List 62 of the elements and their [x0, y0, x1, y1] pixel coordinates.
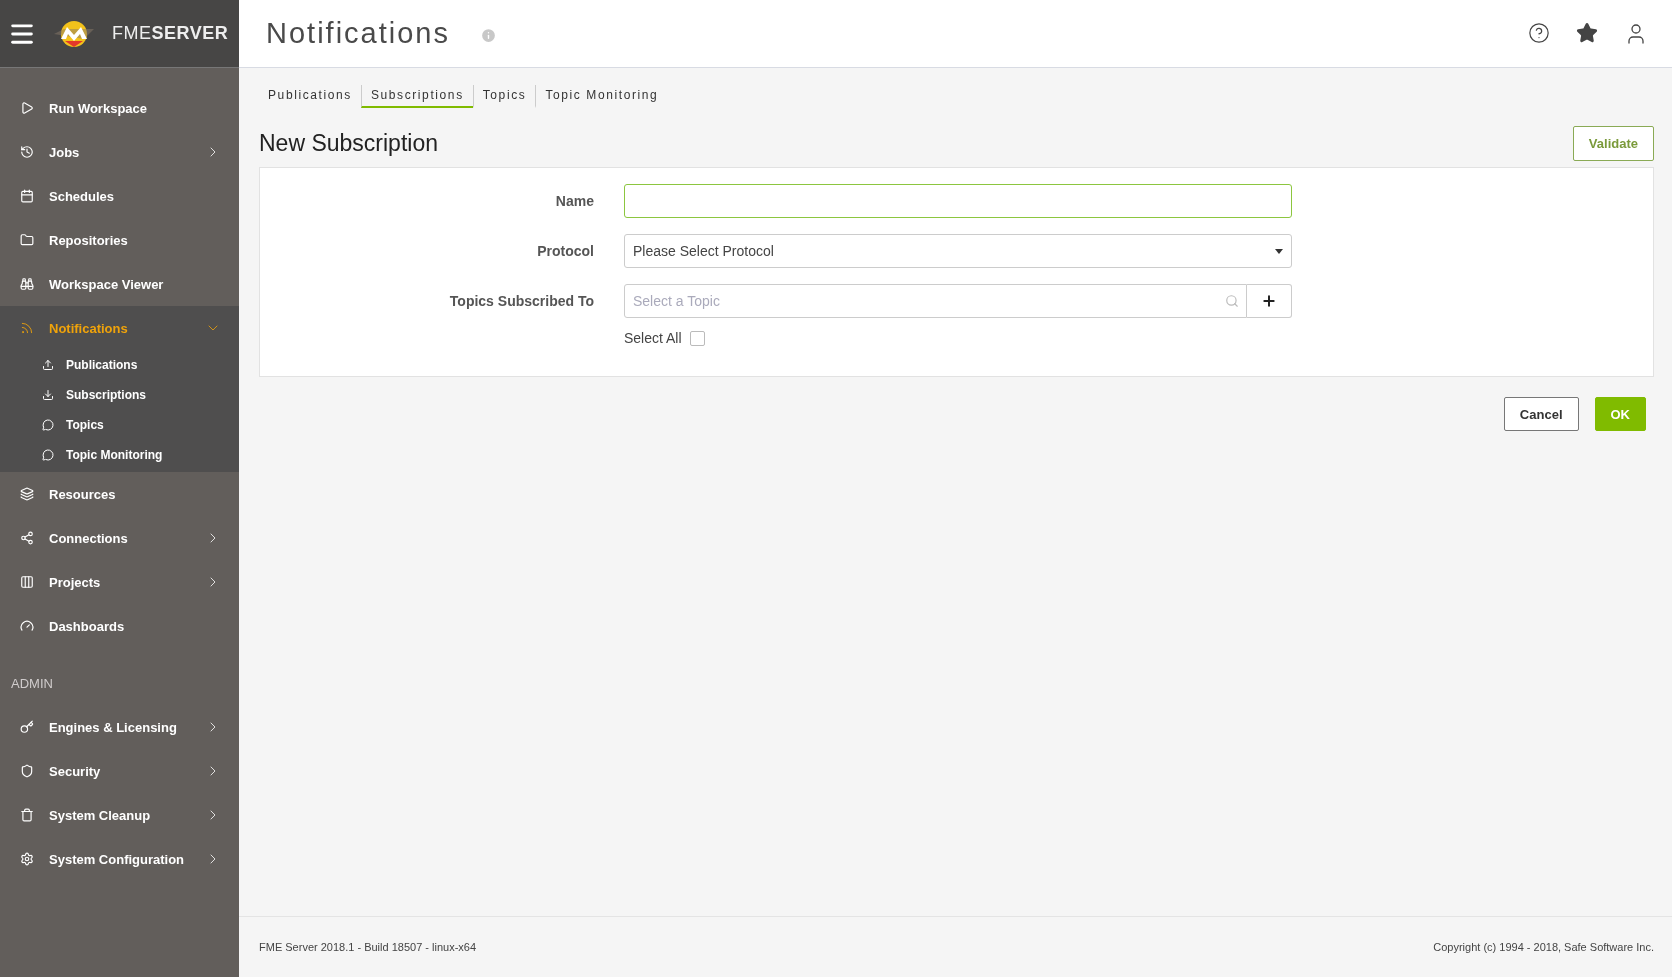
field-label: Topics Subscribed To [448, 293, 594, 309]
checkbox-label: Select All [624, 330, 682, 346]
binoculars-icon [20, 277, 34, 291]
download-icon [42, 389, 54, 401]
form-title: New Subscription [259, 130, 438, 157]
sidebar-item[interactable]: Run Workspace [0, 86, 239, 130]
sidebar-item[interactable]: Connections [0, 516, 239, 560]
copyright-text: Copyright (c) 1994 - 2018, Safe Software Inc. [1433, 941, 1654, 953]
folder-icon [20, 233, 34, 247]
star-icon[interactable] [1576, 21, 1598, 44]
key-icon [20, 720, 34, 734]
checkbox[interactable] [689, 330, 705, 346]
speech-bubble-icon [42, 419, 54, 431]
tab[interactable]: Topic Monitoring [535, 85, 668, 108]
calendar-icon [20, 189, 34, 203]
topic-search-field[interactable]: Select a Topic [624, 284, 1247, 318]
sidebar-item[interactable]: Dashboards [0, 604, 239, 648]
upload-icon [42, 359, 54, 371]
sidebar-subitem[interactable]: Topics [0, 410, 239, 440]
plus-icon [1261, 293, 1277, 309]
sidebar-item[interactable]: Security [0, 749, 239, 793]
columns-icon [20, 575, 34, 589]
tab[interactable]: Publications [259, 85, 361, 108]
settings-icon [20, 852, 34, 866]
logo-text: FMESERVER [112, 23, 229, 44]
sidebar-item[interactable]: Projects [0, 560, 239, 604]
rss-icon [20, 321, 34, 335]
sidebar-subitem[interactable]: Topic Monitoring [0, 440, 239, 470]
add-button[interactable] [1247, 284, 1292, 318]
layers-icon [20, 487, 34, 501]
sidebar-item[interactable]: Jobs [0, 130, 239, 174]
help-icon[interactable] [1528, 21, 1550, 44]
version-text: FME Server 2018.1 - Build 18507 - linux-x64 [259, 941, 477, 953]
gauge-icon [20, 619, 34, 633]
sidebar-item[interactable]: Resources [0, 472, 239, 516]
play-icon [20, 101, 34, 115]
sidebar-subitem[interactable]: Subscriptions [0, 380, 239, 410]
caret-icon [1275, 248, 1283, 254]
field-label: Name [554, 193, 594, 209]
cancel-button[interactable]: Cancel [1503, 397, 1579, 431]
field-label: Protocol [536, 243, 594, 259]
shield-icon [20, 764, 34, 778]
section-heading: ADMIN [10, 675, 54, 693]
share-icon [20, 531, 34, 545]
trash-icon [20, 808, 34, 822]
speech-bubble-icon [42, 449, 54, 461]
search-icon [1225, 294, 1239, 308]
sidebar-item[interactable]: Workspace Viewer [0, 262, 239, 306]
validate-button[interactable]: Validate [1572, 126, 1654, 161]
tab[interactable]: Subscriptions [360, 85, 473, 108]
sidebar-item[interactable]: System Configuration [0, 837, 239, 881]
sidebar-item[interactable]: System Cleanup [0, 793, 239, 837]
sidebar-item[interactable]: Engines & Licensing [0, 705, 239, 749]
sidebar-item[interactable]: Schedules [0, 174, 239, 218]
sidebar-item[interactable]: Notifications [0, 306, 239, 350]
name-input[interactable] [624, 184, 1292, 218]
history-icon [20, 145, 34, 159]
sidebar-subitem[interactable]: Publications [0, 350, 239, 380]
page-title: Notifications [266, 17, 450, 50]
protocol-select[interactable]: Please Select Protocol [624, 234, 1292, 268]
sidebar-item[interactable]: Repositories [0, 218, 239, 262]
tab[interactable]: Topics [472, 85, 536, 108]
